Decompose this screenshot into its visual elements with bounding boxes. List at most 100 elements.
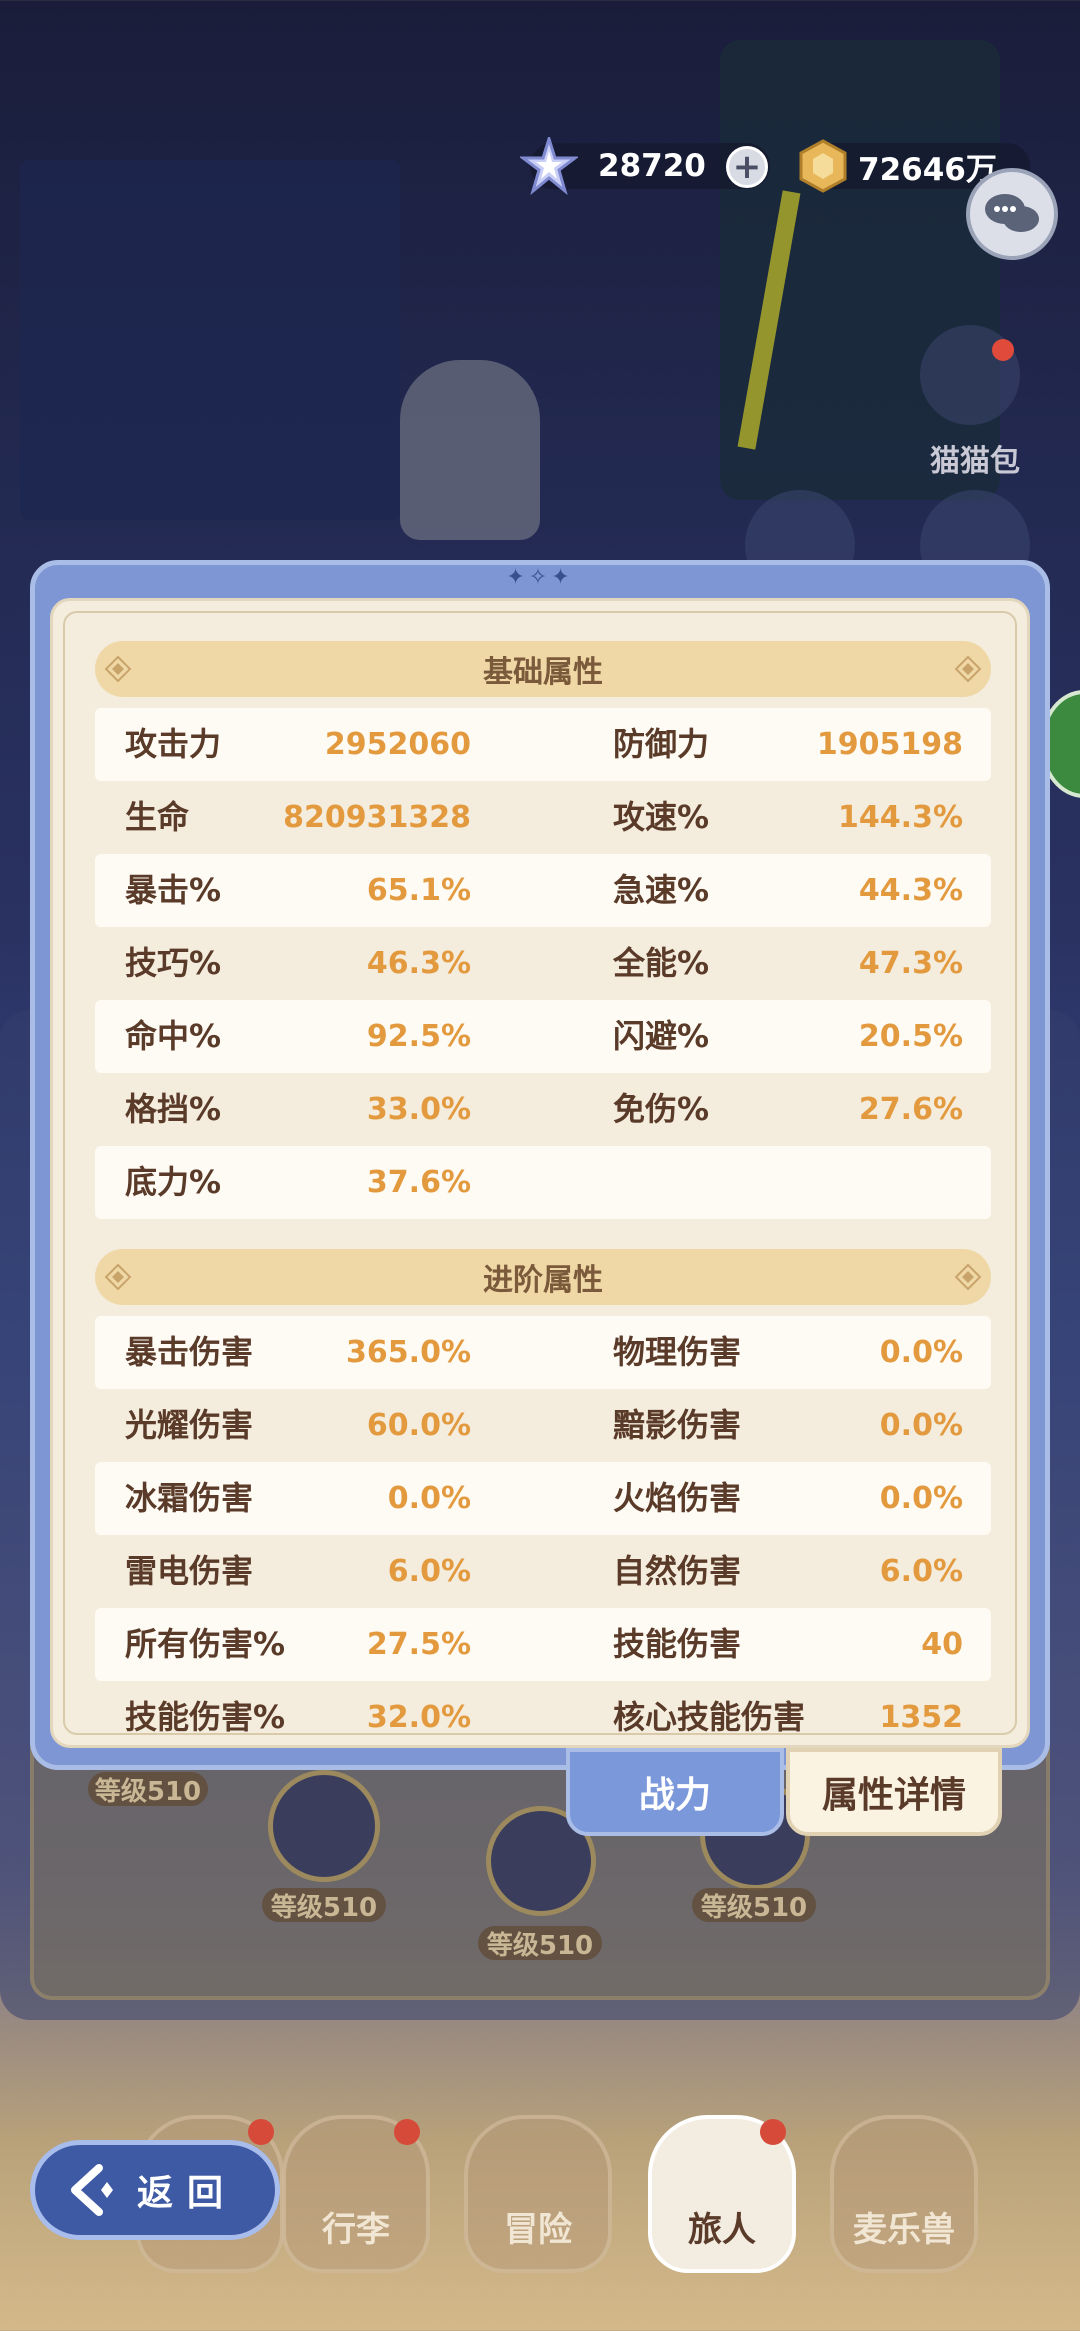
- attribute-label: 物理伤害: [613, 1333, 742, 1371]
- attribute-value: 1905198: [816, 727, 963, 762]
- attribute-label: 攻速%: [613, 798, 710, 836]
- attribute-label: 命中%: [125, 1017, 222, 1055]
- attribute-value: 92.5%: [366, 1019, 471, 1054]
- star-gem-icon: [520, 137, 578, 195]
- tab-power[interactable]: 战力: [566, 1748, 784, 1836]
- attribute-label: 防御力: [613, 725, 710, 763]
- attribute-value: [735, 1146, 963, 1219]
- attribute-value: 47.3%: [858, 946, 963, 981]
- chat-bubbles-icon: [985, 194, 1039, 232]
- back-label: 返回: [137, 2173, 238, 2214]
- cat-bag-button[interactable]: [920, 325, 1020, 425]
- diamond-ornament-icon: [955, 656, 981, 682]
- nav-traveler[interactable]: 旅人: [648, 2115, 796, 2273]
- background-house: [20, 160, 400, 520]
- attribute-value: 0.0%: [879, 1335, 963, 1370]
- gold-amount: 72646万: [858, 151, 997, 188]
- attribute-value: 365.0%: [346, 1335, 471, 1370]
- attribute-value: 20.5%: [858, 1019, 963, 1054]
- attribute-value: 65.1%: [366, 873, 471, 908]
- attribute-label: 底力%: [125, 1163, 222, 1201]
- diamond-ornament-icon: [955, 1264, 981, 1290]
- attribute-row: 生命 820931328 攻速% 144.3%: [95, 781, 991, 854]
- attribute-value: 6.0%: [879, 1554, 963, 1589]
- diamond-ornament-icon: [105, 1264, 131, 1290]
- chat-button[interactable]: [966, 168, 1058, 260]
- nav-luggage[interactable]: 行李: [282, 2115, 430, 2273]
- attribute-label: 攻击力: [125, 725, 222, 763]
- level-badge: 等级510: [88, 1772, 208, 1807]
- attribute-label: 格挡%: [125, 1090, 222, 1128]
- attribute-row: 暴击伤害 365.0% 物理伤害 0.0%: [95, 1316, 991, 1389]
- advanced-attributes-header: 进阶属性: [95, 1249, 991, 1305]
- attribute-row: 命中% 92.5% 闪避% 20.5%: [95, 1000, 991, 1073]
- attribute-value: 27.6%: [858, 1092, 963, 1127]
- attribute-value: 2952060: [324, 727, 471, 762]
- attribute-value: 0.0%: [879, 1408, 963, 1443]
- attribute-value: 32.0%: [366, 1700, 471, 1735]
- notification-dot: [248, 2119, 274, 2145]
- attribute-label: 技巧%: [125, 944, 222, 982]
- attribute-label: 技能伤害: [613, 1625, 742, 1663]
- basic-attributes-list: 攻击力 2952060 防御力 1905198 生命 820931328 攻速% 144.3…: [95, 708, 991, 1219]
- attribute-label: 闪避%: [613, 1017, 710, 1055]
- attribute-row: 底力% 37.6%: [95, 1146, 991, 1219]
- advanced-attributes-title: 进阶属性: [483, 1263, 603, 1298]
- attribute-content: 基础属性 攻击力 2952060 防御力 1905198 生命 820931328 攻速%…: [95, 641, 991, 1745]
- attribute-label: 急速%: [613, 871, 710, 909]
- gem-amount: 28720: [598, 148, 706, 184]
- level-badge: 等级510: [478, 1926, 602, 1961]
- attribute-value: 33.0%: [366, 1092, 471, 1127]
- attribute-value: 0.0%: [879, 1481, 963, 1516]
- notification-dot: [394, 2119, 420, 2145]
- attribute-row: 雷电伤害 6.0% 自然伤害 6.0%: [95, 1535, 991, 1608]
- attribute-label: 免伤%: [613, 1090, 710, 1128]
- attribute-row: 光耀伤害 60.0% 黯影伤害 0.0%: [95, 1389, 991, 1462]
- tab-attribute-details[interactable]: 属性详情: [786, 1748, 1002, 1836]
- add-gems-button[interactable]: +: [726, 146, 768, 188]
- attribute-sheet[interactable]: 基础属性 攻击力 2952060 防御力 1905198 生命 820931328 攻速%…: [50, 598, 1030, 1748]
- back-arrow-icon: [71, 2164, 113, 2216]
- notification-dot: [992, 339, 1014, 361]
- level-badge: 等级510: [692, 1888, 816, 1923]
- attribute-value: 40: [921, 1627, 963, 1662]
- character-sprite: [400, 360, 540, 540]
- attribute-value: 37.6%: [366, 1165, 471, 1200]
- level-badge: 等级510: [262, 1888, 386, 1923]
- attribute-row: 技能伤害% 32.0% 核心技能伤害 1352: [95, 1681, 991, 1745]
- attribute-label: 冰霜伤害: [125, 1479, 254, 1517]
- pet-portrait[interactable]: [268, 1770, 380, 1882]
- nav-pet[interactable]: 麦乐兽: [830, 2115, 978, 2273]
- attribute-value: 60.0%: [366, 1408, 471, 1443]
- nav-label: 旅人: [688, 2210, 756, 2250]
- cat-bag-label: 猫猫包: [930, 444, 1020, 479]
- attribute-value: 44.3%: [858, 873, 963, 908]
- attribute-row: 暴击% 65.1% 急速% 44.3%: [95, 854, 991, 927]
- attribute-label: 暴击%: [125, 871, 222, 909]
- nav-label: 麦乐兽: [853, 2210, 955, 2250]
- attribute-label: 自然伤害: [613, 1552, 742, 1590]
- attribute-value: 1352: [879, 1700, 964, 1735]
- attribute-label: 光耀伤害: [125, 1406, 254, 1444]
- nav-adventure[interactable]: 冒险: [464, 2115, 612, 2273]
- modal-ornament: ✦✧✦: [506, 565, 574, 590]
- attribute-label: 生命: [125, 798, 190, 836]
- back-button[interactable]: 返回: [30, 2140, 280, 2240]
- attribute-row: 技巧% 46.3% 全能% 47.3%: [95, 927, 991, 1000]
- attribute-value: 820931328: [283, 800, 471, 835]
- attribute-label: 雷电伤害: [125, 1552, 254, 1590]
- basic-attributes-title: 基础属性: [483, 655, 603, 690]
- attribute-value: 0.0%: [387, 1481, 471, 1516]
- attribute-label: 火焰伤害: [613, 1479, 742, 1517]
- background-tower: [720, 40, 1000, 500]
- attribute-value: 144.3%: [838, 800, 963, 835]
- attribute-label: 暴击伤害: [125, 1333, 254, 1371]
- advanced-attributes-list: 暴击伤害 365.0% 物理伤害 0.0% 光耀伤害 60.0% 黯影伤害 0.0% 冰霜伤…: [95, 1316, 991, 1745]
- attribute-value: 27.5%: [366, 1627, 471, 1662]
- notification-dot: [760, 2119, 786, 2145]
- attribute-label: 黯影伤害: [613, 1406, 742, 1444]
- attribute-value: 6.0%: [387, 1554, 471, 1589]
- attribute-row: 攻击力 2952060 防御力 1905198: [95, 708, 991, 781]
- attribute-row: 冰霜伤害 0.0% 火焰伤害 0.0%: [95, 1462, 991, 1535]
